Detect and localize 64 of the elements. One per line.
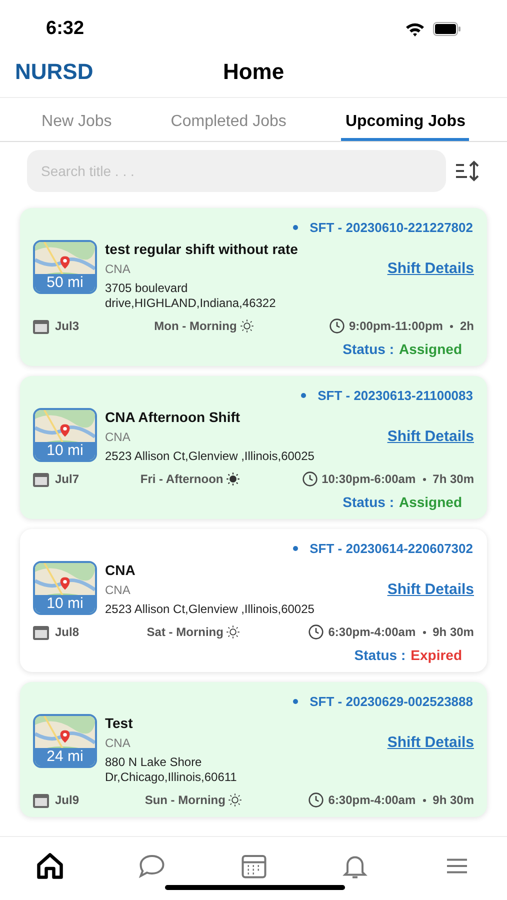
job-role: CNA: [105, 428, 130, 445]
shift-date: Jul7: [55, 471, 80, 488]
status-label: Status :: [354, 646, 406, 664]
tab[interactable]: Upcoming Jobs: [341, 110, 470, 141]
distance-label: 50 mi: [35, 274, 95, 292]
calendar-icon: [33, 318, 49, 334]
shift-time: 9:00pm-11:00pm: [348, 318, 443, 335]
shift-details-link[interactable]: Shift Details: [387, 426, 474, 448]
status-value: Expired: [410, 646, 462, 664]
sort-icon[interactable]: [454, 160, 480, 182]
app-logo: NURSD: [15, 58, 94, 86]
battery-icon: [433, 22, 461, 36]
job-title: CNA: [105, 560, 136, 578]
tab[interactable]: New Jobs: [38, 110, 116, 141]
shift-time: 6:30pm-4:00am: [328, 624, 416, 641]
shift-details-link[interactable]: Shift Details: [387, 578, 474, 601]
shift-period: Fri - Afternoon: [140, 471, 224, 488]
shift-code: SFT - 20230629-002523888: [310, 693, 473, 711]
status-value: Assigned: [398, 340, 462, 358]
job-title: CNA Afternoon Shift: [105, 408, 242, 426]
job-address: 880 N Lake Shore Dr,Chicago,Illinois,60611: [105, 755, 238, 785]
shift-details-link[interactable]: Shift Details: [387, 258, 474, 280]
calendar-icon: [33, 472, 49, 486]
distance-label: 10 mi: [35, 594, 95, 612]
job-role: CNA: [105, 734, 130, 751]
shift-date: Jul9: [55, 792, 80, 809]
shift-code: SFT - 20230610-221227802: [310, 219, 473, 237]
shift-period: Sat - Morning: [146, 624, 224, 641]
job-title: test regular shift without rate: [105, 240, 299, 258]
shift-time: 10:30pm-6:00am: [322, 471, 416, 488]
shift-date: Jul3: [55, 318, 80, 335]
job-address: 3705 boulevard drive,HIGHLAND,Indiana,46322: [105, 281, 277, 311]
shift-details-link[interactable]: Shift Details: [387, 732, 474, 754]
clock-icon: [328, 318, 345, 334]
status-time: 6:32: [46, 16, 84, 41]
clock-icon: [308, 624, 324, 640]
shift-duration: 2h: [460, 318, 474, 335]
distance-label: 24 mi: [35, 748, 95, 766]
calendar-icon: [33, 624, 49, 640]
calendar-icon: [33, 792, 49, 808]
page-title: Home: [222, 58, 284, 86]
shift-code: SFT - 20230614-220607302: [310, 540, 473, 558]
home-icon[interactable]: [35, 851, 65, 881]
clock-icon: [302, 471, 318, 487]
shift-period: Mon - Morning: [154, 318, 237, 335]
job-address: 2523 Allison Ct,Glenview ,Illinois,60025: [105, 449, 316, 464]
shift-duration: 9h 30m: [432, 792, 474, 809]
wifi-icon: [405, 22, 425, 36]
clock-icon: [308, 792, 324, 808]
shift-date: Jul8: [55, 624, 80, 641]
shift-code: SFT - 20230613-21100083: [318, 387, 473, 405]
distance-label: 10 mi: [35, 442, 95, 460]
shift-duration: 9h 30m: [432, 624, 474, 641]
job-title: Test: [105, 714, 134, 732]
shift-time: 6:30pm-4:00am: [328, 792, 416, 809]
shift-duration: 7h 30m: [432, 471, 474, 488]
job-role: CNA: [105, 582, 130, 598]
status-value: Assigned: [398, 493, 462, 511]
status-label: Status :: [342, 340, 394, 358]
tab[interactable]: Completed Jobs: [166, 110, 290, 141]
job-address: 2523 Allison Ct,Glenview ,Illinois,60025: [105, 602, 316, 617]
shift-period: Sun - Morning: [144, 792, 226, 809]
status-label: Status :: [342, 493, 394, 511]
job-role: CNA: [105, 260, 130, 277]
